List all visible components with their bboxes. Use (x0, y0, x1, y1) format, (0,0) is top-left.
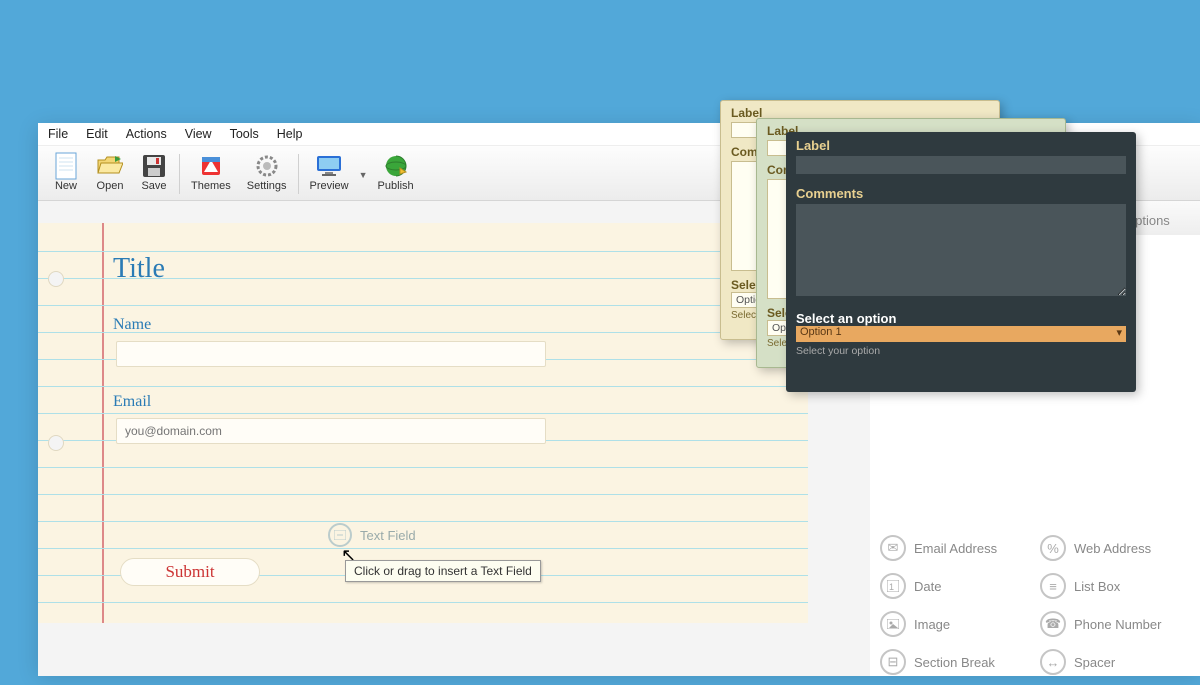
element-image[interactable]: Image (880, 611, 1030, 637)
toolbar-label: Open (97, 180, 124, 192)
list-icon: ≡ (1040, 573, 1066, 599)
link-icon: % (1040, 535, 1066, 561)
drag-ghost-text-field[interactable]: Text Field (328, 523, 416, 547)
open-button[interactable]: Open (88, 150, 132, 194)
email-input[interactable] (116, 418, 546, 444)
toolbar-label: New (55, 180, 77, 192)
form-title[interactable]: Title (113, 253, 165, 285)
themes-icon (197, 152, 225, 180)
element-label: Date (914, 579, 941, 594)
phone-icon: ☎ (1040, 611, 1066, 637)
panel-label-heading: Label (796, 138, 1126, 153)
property-panel-3[interactable]: Label Comments Select an option Option 1… (786, 132, 1136, 392)
element-label: Section Break (914, 655, 995, 670)
save-button[interactable]: Save (132, 150, 176, 194)
element-label: Spacer (1074, 655, 1115, 670)
dropdown-arrow-icon[interactable]: ▼ (357, 170, 370, 194)
element-email-address[interactable]: ✉ Email Address (880, 535, 1030, 561)
submit-button[interactable]: Submit (120, 558, 260, 586)
element-label: Phone Number (1074, 617, 1161, 632)
element-label: List Box (1074, 579, 1120, 594)
toolbar-label: Preview (310, 180, 349, 192)
gear-icon (253, 152, 281, 180)
panel-comments-heading: Comments (796, 186, 1126, 201)
globe-publish-icon (382, 152, 410, 180)
folder-open-icon (96, 152, 124, 180)
element-web-address[interactable]: % Web Address (1040, 535, 1190, 561)
paper-hole (48, 271, 64, 287)
name-input[interactable] (116, 341, 546, 367)
menu-file[interactable]: File (48, 127, 68, 141)
monitor-icon (315, 152, 343, 180)
toolbar-label: Settings (247, 180, 287, 192)
menu-actions[interactable]: Actions (126, 127, 167, 141)
panel-select-hint: Select your option (796, 345, 1126, 357)
new-button[interactable]: New (44, 150, 88, 194)
menu-tools[interactable]: Tools (230, 127, 259, 141)
toolbar-label: Publish (378, 180, 414, 192)
element-spacer[interactable]: ↔ Spacer (1040, 649, 1190, 675)
element-label: Image (914, 617, 950, 632)
separator (298, 154, 299, 194)
drag-ghost-label: Text Field (360, 528, 416, 543)
menu-edit[interactable]: Edit (86, 127, 108, 141)
element-date[interactable]: 1 Date (880, 573, 1030, 599)
chevron-down-icon: ▾ (1116, 326, 1122, 339)
toolbar-label: Themes (191, 180, 231, 192)
element-list-box[interactable]: ≡ List Box (1040, 573, 1190, 599)
settings-button[interactable]: Settings (239, 150, 295, 194)
themes-button[interactable]: Themes (183, 150, 239, 194)
section-icon: ⊟ (880, 649, 906, 675)
element-section-break[interactable]: ⊟ Section Break (880, 649, 1030, 675)
menu-view[interactable]: View (185, 127, 212, 141)
name-label: Name (113, 316, 151, 334)
panel-select-dropdown[interactable]: Option 1 ▾ (796, 326, 1126, 342)
envelope-icon: ✉ (880, 535, 906, 561)
preview-button[interactable]: Preview (302, 150, 357, 194)
separator (179, 154, 180, 194)
publish-button[interactable]: Publish (370, 150, 422, 194)
panel-select-value: Option 1 (800, 326, 842, 338)
panel-select-heading: Select an option (796, 311, 1126, 326)
image-icon (880, 611, 906, 637)
element-label: Email Address (914, 541, 997, 556)
save-icon (140, 152, 168, 180)
spacer-icon: ↔ (1040, 649, 1066, 675)
paper-hole (48, 435, 64, 451)
form-paper[interactable]: Title Name Email Text Field ↖ Click or d… (38, 223, 808, 623)
svg-text:1: 1 (889, 582, 894, 592)
tooltip: Click or drag to insert a Text Field (345, 560, 541, 582)
menu-help[interactable]: Help (277, 127, 303, 141)
element-phone-number[interactable]: ☎ Phone Number (1040, 611, 1190, 637)
date-icon: 1 (880, 573, 906, 599)
panel-label-input[interactable] (796, 156, 1126, 174)
text-field-icon (328, 523, 352, 547)
new-file-icon (52, 152, 80, 180)
email-label: Email (113, 393, 151, 411)
toolbar-label: Save (141, 180, 166, 192)
panel-comments-input[interactable] (796, 204, 1126, 296)
element-label: Web Address (1074, 541, 1151, 556)
